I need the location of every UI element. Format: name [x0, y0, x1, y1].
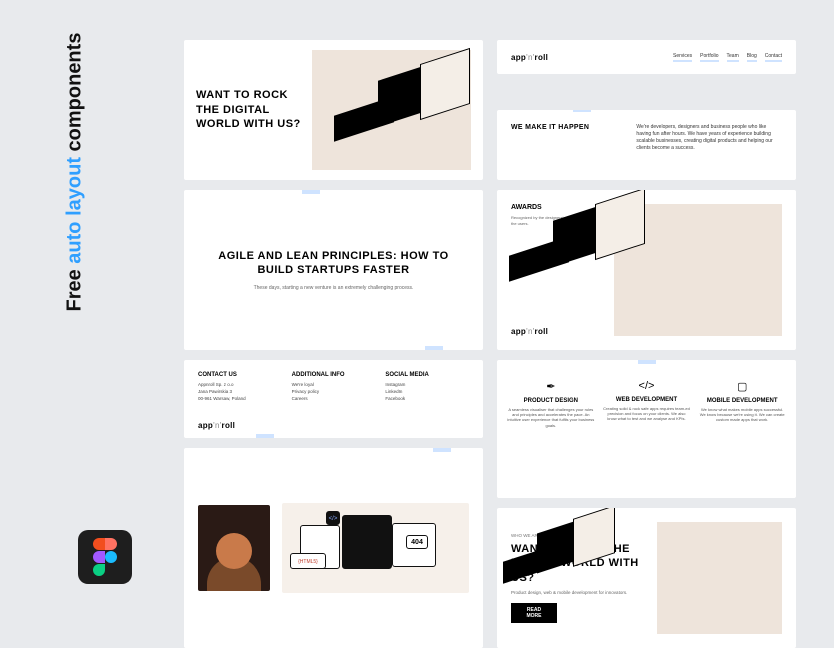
nav-items: Services Portfolio Team Blog Contact: [673, 53, 782, 62]
nav-contact[interactable]: Contact: [765, 53, 782, 62]
cta-card: WHO WE ARE WANT TO ROCK THE DIGITAL WORL…: [497, 508, 796, 648]
happen-card: WE MAKE IT HAPPEN We're developers, desi…: [497, 110, 796, 180]
happen-body: We're developers, designers and business…: [636, 124, 782, 166]
dev-illustration: {HTML5} </> 404: [282, 503, 469, 593]
nav-services[interactable]: Services: [673, 53, 692, 62]
contact-logo: app'n'roll: [198, 421, 235, 430]
hero-heading: WANT TO ROCK THE DIGITAL WORLD WITH US?: [196, 88, 312, 133]
portrait-card: {HTML5} </> 404: [184, 448, 483, 648]
link-instagram[interactable]: Instagram: [385, 382, 469, 389]
nav-blog[interactable]: Blog: [747, 53, 757, 62]
link-linkedin[interactable]: LinkedIn: [385, 389, 469, 396]
figma-icon: [78, 530, 132, 584]
happen-title: WE MAKE IT HAPPEN: [511, 124, 616, 166]
svc-web-dev: </> WEB DEVELOPMENT Creating solid & roc…: [603, 380, 691, 422]
contact-col-3: SOCIAL MEDIA Instagram LinkedIn Facebook: [385, 372, 469, 426]
agile-heading: AGILE AND LEAN PRINCIPLES: HOW TO BUILD …: [204, 249, 463, 278]
hero-card: WANT TO ROCK THE DIGITAL WORLD WITH US?: [184, 40, 483, 180]
link-loyal[interactable]: We're loyal: [292, 382, 376, 389]
pen-icon: ✒: [507, 380, 595, 393]
contact-col-1: CONTACT US Appnroll Sp. z o.o Jana Pawir…: [198, 372, 282, 426]
awards-card: AWARDS Recognized by the designers' comm…: [497, 190, 796, 350]
svc-product-design: ✒ PRODUCT DESIGN A seamless visualiser t…: [507, 380, 595, 428]
page-title: Free auto layout components: [64, 33, 87, 312]
cta-illustration: [657, 522, 782, 634]
contact-card: CONTACT US Appnroll Sp. z o.o Jana Pawir…: [184, 360, 483, 438]
svc-mobile-dev: ▢ MOBILE DEVELOPMENT We know what makes …: [698, 380, 786, 423]
mobile-icon: ▢: [698, 380, 786, 393]
hero-illustration: [312, 50, 472, 170]
component-grid: WANT TO ROCK THE DIGITAL WORLD WITH US? …: [184, 40, 796, 594]
awards-illustration: [614, 204, 782, 336]
agile-sub: These days, starting a new venture is an…: [254, 285, 414, 291]
nav-portfolio[interactable]: Portfolio: [700, 53, 718, 62]
link-facebook[interactable]: Facebook: [385, 396, 469, 403]
contact-col-2: ADDITIONAL INFO We're loyal Privacy poli…: [292, 372, 376, 426]
link-careers[interactable]: Careers: [292, 396, 376, 403]
logo[interactable]: app'n'roll: [511, 53, 548, 62]
nav-team[interactable]: Team: [727, 53, 739, 62]
code-icon: </>: [603, 380, 691, 392]
portrait-image: [198, 505, 270, 591]
agile-card: AGILE AND LEAN PRINCIPLES: HOW TO BUILD …: [184, 190, 483, 350]
nav-card: app'n'roll Services Portfolio Team Blog …: [497, 40, 796, 74]
cta-sub: Product design, web & mobile development…: [511, 590, 657, 595]
link-privacy[interactable]: Privacy policy: [292, 389, 376, 396]
services-card: ✒ PRODUCT DESIGN A seamless visualiser t…: [497, 360, 796, 498]
read-more-button[interactable]: READ MORE: [511, 603, 557, 623]
awards-logo: app'n'roll: [511, 327, 604, 336]
